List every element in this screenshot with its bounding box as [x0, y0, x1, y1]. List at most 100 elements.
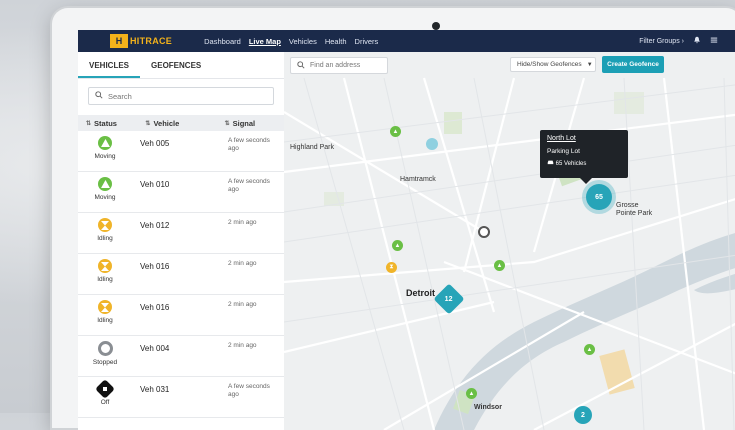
tooltip-count-label: 65 Vehicles	[555, 161, 587, 167]
vehicle-row[interactable]: Off Veh 031 A few seconds ago	[78, 377, 284, 418]
status-cell: Off	[88, 379, 122, 406]
search-input[interactable]	[108, 91, 258, 101]
vehicle-column-label: Vehicle	[153, 118, 180, 128]
vehicle-search	[88, 87, 274, 105]
map-label-detroit: Detroit	[406, 288, 435, 298]
signal-time: 2 min ago	[228, 260, 257, 267]
status-label: Idling	[97, 276, 113, 283]
nav-health[interactable]: Health	[325, 37, 347, 46]
vehicle-name[interactable]: Veh 031	[140, 385, 169, 394]
vehicle-name[interactable]: Veh 010	[140, 180, 169, 189]
status-label: Moving	[94, 194, 116, 201]
logo-text: HITRACE	[130, 36, 173, 46]
arrow-up-icon	[98, 136, 112, 150]
ring-icon	[97, 341, 113, 356]
logo-mark: H	[110, 34, 128, 48]
hide-show-label: Hide/Show Geofences	[517, 61, 582, 68]
map-canvas[interactable]	[284, 52, 735, 430]
sort-icon: ⇅	[86, 120, 92, 127]
vehicle-list: Moving Veh 005 A few seconds ago Moving Veh …	[78, 131, 284, 418]
tooltip-count: 65 Vehicles	[547, 159, 586, 167]
arrow-up-icon	[98, 177, 112, 191]
signal-time: 2 min ago	[228, 219, 257, 226]
status-cell: Idling	[88, 300, 122, 324]
live-map[interactable]: Find an address Hide/Show Geofences ▼ Cr…	[284, 52, 735, 430]
bell-icon[interactable]	[693, 36, 701, 46]
tab-vehicles[interactable]: VEHICLES	[78, 52, 141, 78]
status-label: Stopped	[92, 359, 118, 366]
diamond-icon	[95, 379, 115, 399]
cluster-12-label: 12	[445, 295, 453, 303]
vehicle-name[interactable]: Veh 016	[140, 262, 169, 271]
signal-time: A few seconds ago	[228, 137, 270, 152]
status-label: Idling	[97, 235, 113, 242]
vehicle-row[interactable]: Moving Veh 005 A few seconds ago	[78, 131, 284, 172]
hourglass-icon	[98, 300, 112, 314]
vehicle-pin-idling[interactable]: ⧗	[386, 262, 397, 273]
map-label-hamtramck: Hamtramck	[400, 176, 436, 183]
sort-icon: ⇅	[224, 120, 230, 127]
create-geofence-button[interactable]: Create Geofence	[602, 56, 664, 73]
sort-icon: ⇅	[145, 120, 151, 127]
top-navigation-bar: H HITRACE Dashboard Live Map Vehicles He…	[78, 30, 735, 52]
vehicle-pin[interactable]	[426, 138, 438, 150]
vehicle-pin-moving[interactable]: ▲	[494, 260, 505, 271]
vehicle-cluster-2[interactable]: 2	[574, 406, 592, 424]
vehicle-pin-moving[interactable]: ▲	[390, 126, 401, 137]
nav-dashboard[interactable]: Dashboard	[204, 37, 241, 46]
chevron-down-icon: ▼	[586, 61, 593, 68]
signal-time: 2 min ago	[228, 301, 257, 308]
vehicle-sidebar: VEHICLES GEOFENCES ⇅ Status ⇅ Vehicle ⇅ …	[78, 52, 285, 430]
status-cell: Stopped	[88, 341, 122, 366]
nav-drivers[interactable]: Drivers	[355, 37, 379, 46]
status-label: Moving	[94, 153, 116, 160]
tab-geofences[interactable]: GEOFENCES	[140, 52, 212, 78]
vehicle-pin-moving[interactable]: ▲	[392, 240, 403, 251]
hide-show-geofences-dropdown[interactable]: Hide/Show Geofences ▼	[510, 57, 596, 72]
vehicle-row[interactable]: Idling Veh 016 2 min ago	[78, 254, 284, 295]
tooltip-title[interactable]: North Lot	[547, 135, 576, 142]
hitrace-logo[interactable]: H HITRACE	[110, 32, 172, 50]
status-cell: Moving	[88, 136, 122, 160]
vehicle-pin-stopped[interactable]	[478, 226, 490, 238]
map-toolbar: Find an address Hide/Show Geofences ▼ Cr…	[284, 52, 735, 78]
address-search[interactable]: Find an address	[290, 57, 388, 74]
menu-icon[interactable]	[710, 36, 718, 46]
signal-column-header[interactable]: ⇅ Signal	[225, 119, 284, 128]
webcam	[432, 22, 440, 30]
top-right-controls: Filter Groups ›	[639, 30, 718, 52]
nav-vehicles[interactable]: Vehicles	[289, 37, 317, 46]
app-screen: H HITRACE Dashboard Live Map Vehicles He…	[78, 30, 735, 430]
status-label: Off	[100, 399, 110, 406]
vehicle-pin-moving[interactable]: ▲	[466, 388, 477, 399]
vehicle-name[interactable]: Veh 016	[140, 303, 169, 312]
tooltip-type: Parking Lot	[547, 148, 580, 155]
signal-column-label: Signal	[232, 118, 256, 128]
nav-live-map[interactable]: Live Map	[249, 37, 281, 46]
hourglass-icon	[98, 259, 112, 273]
vehicle-name[interactable]: Veh 005	[140, 139, 169, 148]
vehicle-name[interactable]: Veh 012	[140, 221, 169, 230]
map-label-grosse-pointe-park: Grosse Pointe Park	[616, 202, 653, 217]
vehicle-name[interactable]: Veh 004	[140, 344, 169, 353]
geofence-tooltip[interactable]: North Lot Parking Lot 65 Vehicles	[540, 130, 628, 184]
vehicle-column-header[interactable]: ⇅ Vehicle	[145, 119, 224, 128]
vehicle-cluster-65[interactable]: 65	[586, 184, 612, 210]
vehicle-row[interactable]: Stopped Veh 004 2 min ago	[78, 336, 284, 377]
filter-groups-button[interactable]: Filter Groups ›	[639, 38, 684, 45]
status-cell: Idling	[88, 259, 122, 283]
hourglass-icon	[98, 218, 112, 232]
vehicle-pin-moving[interactable]: ▲	[584, 344, 595, 355]
status-cell: Moving	[88, 177, 122, 201]
status-cell: Idling	[88, 218, 122, 242]
status-column-header[interactable]: ⇅ Status	[78, 119, 145, 128]
vehicle-row[interactable]: Idling Veh 012 2 min ago	[78, 213, 284, 254]
map-label-windsor: Windsor	[474, 404, 502, 411]
chevron-right-icon: ›	[681, 37, 684, 45]
vehicle-row[interactable]: Idling Veh 016 2 min ago	[78, 295, 284, 336]
vehicle-row[interactable]: Moving Veh 010 A few seconds ago	[78, 172, 284, 213]
status-label: Idling	[97, 317, 113, 324]
signal-time: A few seconds ago	[228, 178, 270, 193]
search-icon	[95, 91, 103, 101]
vehicle-table-header: ⇅ Status ⇅ Vehicle ⇅ Signal	[78, 115, 284, 131]
